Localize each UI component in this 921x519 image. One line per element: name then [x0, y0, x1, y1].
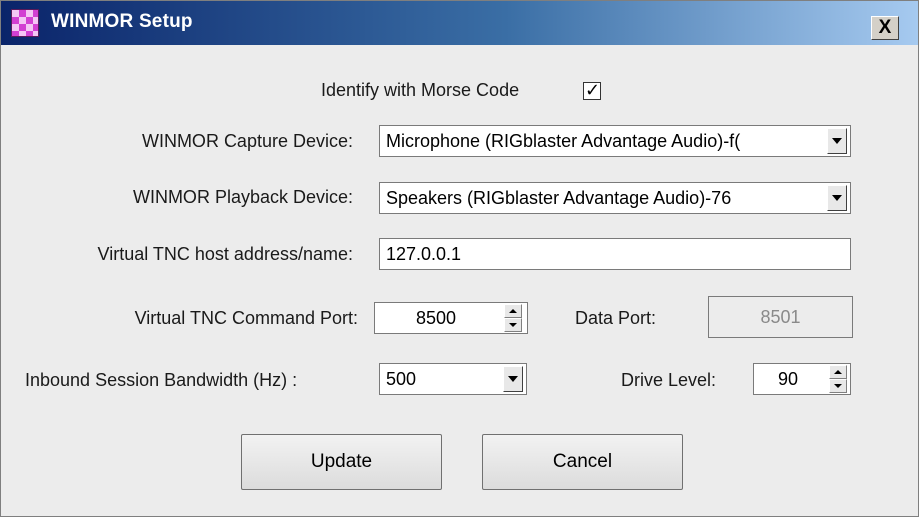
bandwidth-dropdown-button[interactable]: [503, 366, 523, 392]
capture-device-label: WINMOR Capture Device:: [141, 131, 353, 151]
winmor-setup-dialog: WINMOR Setup X Identify with Morse Code …: [0, 0, 919, 517]
drive-level-value: 90: [777, 369, 799, 389]
drive-level-down-button[interactable]: [829, 379, 847, 393]
update-button[interactable]: Update: [241, 434, 442, 490]
drive-level-label: Drive Level:: [621, 370, 717, 390]
command-port-up-button[interactable]: [504, 304, 522, 318]
host-address-label: Virtual TNC host address/name:: [97, 244, 353, 264]
command-port-spinner[interactable]: [504, 304, 522, 332]
drive-level-spinner[interactable]: [829, 365, 847, 393]
cancel-button[interactable]: Cancel: [482, 434, 683, 490]
morse-checkbox[interactable]: ✓: [583, 80, 601, 100]
check-icon: ✓: [585, 80, 601, 100]
host-address-input[interactable]: 127.0.0.1: [379, 238, 851, 270]
app-icon: [11, 9, 39, 37]
window-title: WINMOR Setup: [51, 11, 193, 32]
playback-dropdown-button[interactable]: [827, 185, 847, 211]
drive-level-up-button[interactable]: [829, 365, 847, 379]
capture-device-value: Microphone (RIGblaster Advantage Audio)-…: [386, 131, 741, 151]
command-port-label: Virtual TNC Command Port:: [134, 308, 358, 328]
playback-device-select[interactable]: Speakers (RIGblaster Advantage Audio)-76: [379, 182, 851, 214]
playback-device-label: WINMOR Playback Device:: [132, 187, 353, 207]
bandwidth-label: Inbound Session Bandwidth (Hz) :: [25, 370, 298, 390]
data-port-label: Data Port:: [575, 308, 657, 328]
morse-label: Identify with Morse Code: [321, 80, 520, 100]
close-button[interactable]: X: [871, 16, 899, 40]
title-bar[interactable]: WINMOR Setup X: [1, 1, 918, 45]
capture-dropdown-button[interactable]: [827, 128, 847, 154]
command-port-value: 8500: [415, 308, 457, 328]
command-port-down-button[interactable]: [504, 318, 522, 332]
data-port-input: 8501: [708, 296, 853, 338]
capture-device-select[interactable]: Microphone (RIGblaster Advantage Audio)-…: [379, 125, 851, 157]
playback-device-value: Speakers (RIGblaster Advantage Audio)-76: [386, 188, 732, 208]
bandwidth-value: 500: [386, 369, 417, 389]
